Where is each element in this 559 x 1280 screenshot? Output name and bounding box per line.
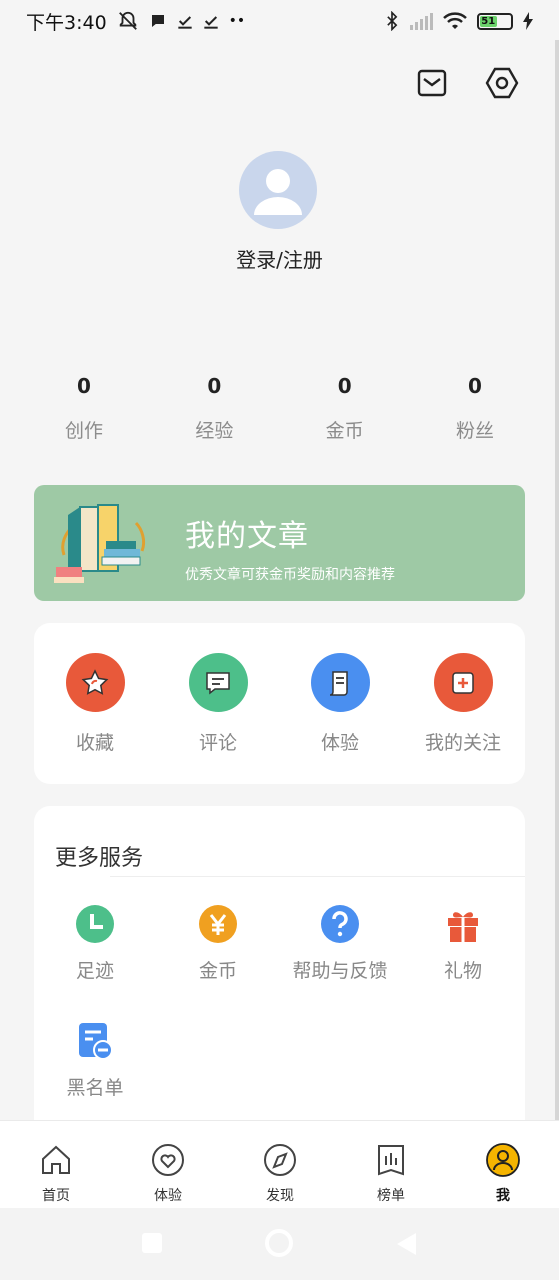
download-icon bbox=[204, 16, 218, 29]
quick-actions-card: 收藏 评论 体验 我的关注 bbox=[34, 623, 525, 784]
mail-icon[interactable] bbox=[415, 66, 449, 100]
tab-home[interactable]: 首页 bbox=[26, 1143, 86, 1205]
quick-action-label: 收藏 bbox=[75, 732, 114, 754]
tab-discover[interactable]: 发现 bbox=[250, 1143, 310, 1205]
tab-ranking[interactable]: 榜单 bbox=[361, 1143, 421, 1205]
stat-label: 经验 bbox=[195, 420, 234, 442]
more-services-card: 更多服务 足迹 金币 帮助与反馈 礼物 黑名单 bbox=[34, 806, 525, 1136]
default-avatar-icon bbox=[254, 169, 302, 215]
divider bbox=[110, 876, 525, 877]
my-articles-banner[interactable]: 我的文章 优秀文章可获金币奖励和内容推荐 bbox=[34, 485, 525, 601]
quick-action-label: 评论 bbox=[198, 732, 237, 754]
scrollbar[interactable] bbox=[555, 40, 559, 1120]
services-title: 更多服务 bbox=[55, 846, 144, 871]
bottom-tab-bar: 首页 体验 发现 榜单 我 bbox=[0, 1120, 559, 1208]
more-dots-icon: •• bbox=[228, 13, 246, 29]
quick-action-experience[interactable]: 体验 bbox=[280, 653, 400, 755]
plus-square-icon bbox=[433, 653, 493, 712]
tab-label: 体验 bbox=[154, 1188, 182, 1204]
gift-icon bbox=[443, 904, 483, 944]
signal-icon bbox=[410, 13, 433, 30]
square-icon bbox=[142, 1233, 162, 1253]
stat-creations[interactable]: 0 创作 bbox=[19, 374, 149, 443]
home-button[interactable] bbox=[264, 1228, 294, 1262]
service-footprints[interactable]: 足迹 bbox=[35, 904, 155, 983]
stat-label: 金币 bbox=[325, 420, 364, 442]
help-icon bbox=[320, 904, 360, 944]
service-blacklist[interactable]: 黑名单 bbox=[35, 1021, 155, 1100]
quick-action-label: 体验 bbox=[320, 732, 359, 754]
stat-value: 0 bbox=[77, 374, 91, 398]
stat-label: 粉丝 bbox=[455, 420, 494, 442]
compass-icon bbox=[264, 1144, 296, 1176]
back-button[interactable] bbox=[395, 1232, 417, 1260]
service-label: 足迹 bbox=[75, 960, 114, 982]
quick-action-favorites[interactable]: 收藏 bbox=[35, 653, 155, 755]
battery-icon: 51 bbox=[477, 12, 513, 30]
stat-fans[interactable]: 0 粉丝 bbox=[410, 374, 540, 443]
service-coins[interactable]: 金币 bbox=[158, 904, 278, 983]
service-label: 帮助与反馈 bbox=[292, 960, 388, 982]
status-time: 下午3:40 bbox=[26, 11, 107, 34]
settings-icon[interactable] bbox=[485, 66, 519, 100]
home-icon bbox=[42, 1145, 70, 1174]
avatar[interactable] bbox=[239, 151, 317, 229]
header-actions bbox=[415, 66, 519, 100]
status-left: 下午3:40 •• bbox=[26, 8, 245, 35]
bluetooth-icon bbox=[387, 11, 398, 31]
stat-label: 创作 bbox=[64, 420, 103, 442]
login-register-link[interactable]: 登录/注册 bbox=[0, 244, 559, 273]
ranking-icon bbox=[378, 1145, 404, 1176]
profile-icon bbox=[486, 1143, 520, 1177]
mute-icon bbox=[118, 11, 137, 30]
recent-apps-button[interactable] bbox=[141, 1232, 163, 1258]
service-gifts[interactable]: 礼物 bbox=[403, 904, 523, 983]
tab-label: 发现 bbox=[266, 1188, 294, 1204]
comment-icon bbox=[188, 653, 248, 712]
star-icon bbox=[65, 653, 125, 712]
circle-icon bbox=[265, 1229, 293, 1257]
stat-experience[interactable]: 0 经验 bbox=[149, 374, 279, 443]
clock-icon bbox=[75, 904, 115, 944]
heart-icon bbox=[152, 1144, 184, 1176]
banner-title: 我的文章 bbox=[185, 519, 309, 554]
quick-action-comments[interactable]: 评论 bbox=[158, 653, 278, 755]
chat-icon bbox=[151, 15, 164, 27]
stat-value: 0 bbox=[207, 374, 222, 398]
battery-level: 51 bbox=[480, 15, 497, 27]
stat-value: 0 bbox=[468, 374, 482, 398]
tab-experience[interactable]: 体验 bbox=[138, 1143, 198, 1205]
triangle-back-icon bbox=[397, 1233, 416, 1255]
banner-subtitle: 优秀文章可获金币奖励和内容推荐 bbox=[185, 567, 395, 583]
document-icon bbox=[310, 653, 370, 712]
service-label: 礼物 bbox=[443, 960, 482, 982]
download-icon bbox=[178, 16, 192, 29]
status-bar: 下午3:40 •• 51 bbox=[0, 0, 559, 42]
service-label: 金币 bbox=[198, 960, 237, 982]
stat-value: 0 bbox=[337, 374, 352, 398]
tab-label: 榜单 bbox=[377, 1188, 405, 1204]
books-illustration bbox=[54, 504, 146, 583]
tab-label: 我 bbox=[496, 1188, 510, 1204]
charging-icon bbox=[523, 12, 533, 30]
service-help-feedback[interactable]: 帮助与反馈 bbox=[280, 904, 400, 983]
wifi-icon bbox=[443, 12, 467, 29]
tab-me[interactable]: 我 bbox=[473, 1143, 533, 1205]
blacklist-icon bbox=[75, 1021, 115, 1061]
tab-label: 首页 bbox=[42, 1188, 70, 1204]
service-label: 黑名单 bbox=[66, 1077, 124, 1099]
yen-coin-icon bbox=[198, 904, 238, 944]
system-navigation-bar bbox=[0, 1208, 559, 1280]
status-right: 51 bbox=[385, 11, 533, 31]
quick-action-label: 我的关注 bbox=[424, 732, 501, 754]
user-stats: 0 创作 0 经验 0 金币 0 粉丝 bbox=[19, 374, 540, 443]
quick-action-following[interactable]: 我的关注 bbox=[403, 653, 523, 755]
stat-coins[interactable]: 0 金币 bbox=[280, 374, 410, 443]
